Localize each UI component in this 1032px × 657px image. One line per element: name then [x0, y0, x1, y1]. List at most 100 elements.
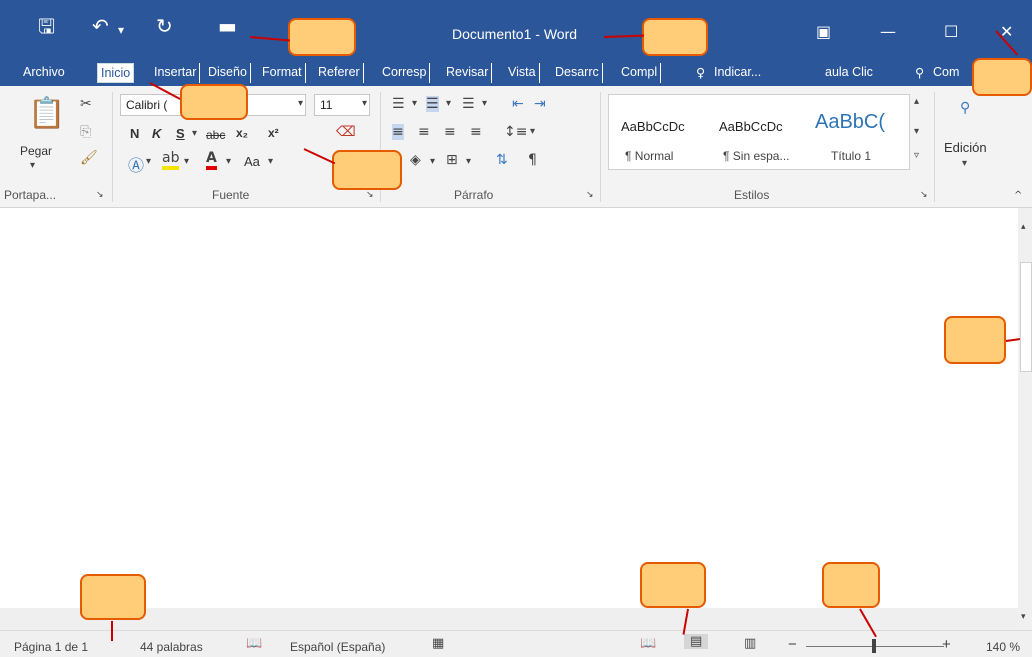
- clipboard-launcher-icon[interactable]: ↘: [96, 190, 104, 200]
- tab-desarrollador[interactable]: Desarrc: [552, 63, 603, 83]
- borders-icon[interactable]: ⊞: [446, 152, 458, 168]
- maximize-icon[interactable]: ☐: [944, 22, 958, 41]
- style-no-spacing-name[interactable]: ¶ Sin espa...: [723, 149, 789, 163]
- zoom-level[interactable]: 140 %: [986, 640, 1020, 654]
- show-formatting-marks-icon[interactable]: ¶: [528, 152, 537, 168]
- styles-more-icon[interactable]: ▿: [914, 150, 919, 161]
- zoom-out-icon[interactable]: −: [788, 636, 797, 653]
- paste-dropdown-icon[interactable]: ▾: [30, 160, 35, 171]
- language-indicator[interactable]: Español (España): [290, 640, 385, 654]
- highlight-dropdown-icon[interactable]: ▾: [184, 156, 189, 167]
- open-folder-icon[interactable]: ▬: [218, 16, 237, 36]
- redo-icon[interactable]: ↻: [156, 16, 173, 36]
- tab-diseno[interactable]: Diseño: [205, 63, 251, 83]
- format-painter-icon[interactable]: 🖌: [80, 150, 98, 166]
- text-effects-dropdown-icon[interactable]: ▾: [146, 156, 151, 167]
- line-spacing-icon[interactable]: ↕≡: [504, 124, 527, 140]
- ribbon-display-icon[interactable]: ▣: [816, 22, 831, 41]
- style-heading1-name[interactable]: Título 1: [831, 149, 871, 163]
- tab-complementos[interactable]: Compl: [618, 63, 662, 83]
- align-center-icon[interactable]: ≡: [418, 124, 430, 140]
- tab-revisar[interactable]: Revisar: [443, 63, 493, 83]
- change-case-dropdown-icon[interactable]: ▾: [268, 156, 273, 167]
- font-launcher-icon[interactable]: ↘: [366, 190, 374, 200]
- save-icon[interactable]: 🖫: [38, 16, 55, 36]
- font-name-dropdown-icon[interactable]: ▾: [298, 98, 303, 109]
- proofing-icon[interactable]: 📖: [246, 636, 262, 651]
- search-icon[interactable]: ⚲: [960, 100, 970, 116]
- tab-inicio[interactable]: Inicio: [97, 63, 135, 83]
- justify-icon[interactable]: ≡: [470, 124, 482, 140]
- borders-dropdown-icon[interactable]: ▾: [466, 156, 471, 167]
- collapse-ribbon-icon[interactable]: ^: [1014, 190, 1022, 201]
- copy-icon[interactable]: ⎘: [80, 124, 91, 140]
- bold-button[interactable]: N: [130, 126, 139, 141]
- subscript-button[interactable]: x₂: [236, 126, 248, 140]
- word-count[interactable]: 44 palabras: [140, 640, 203, 654]
- bullets-icon[interactable]: ☰: [392, 96, 405, 112]
- sort-icon[interactable]: ⇅: [496, 152, 508, 168]
- share-person-icon[interactable]: ⚲: [912, 63, 927, 83]
- styles-scroll-up-icon[interactable]: ▴: [914, 96, 919, 107]
- tab-referencias[interactable]: Referer: [315, 63, 364, 83]
- decrease-indent-icon[interactable]: ⇤: [512, 96, 524, 112]
- text-effects-icon[interactable]: Ⓐ: [128, 152, 144, 176]
- zoom-in-icon[interactable]: +: [942, 636, 951, 653]
- macro-record-icon[interactable]: ▦: [432, 636, 444, 651]
- undo-dropdown-icon[interactable]: ▾: [118, 20, 124, 40]
- style-no-spacing-sample[interactable]: AaBbCcDc: [719, 119, 783, 134]
- web-layout-icon[interactable]: ▥: [744, 636, 756, 651]
- minimize-icon[interactable]: —: [880, 22, 896, 41]
- underline-button[interactable]: S: [176, 126, 185, 141]
- user-account[interactable]: aula Clic: [822, 63, 876, 83]
- shading-dropdown-icon[interactable]: ▾: [430, 156, 435, 167]
- change-case-button[interactable]: Aa: [244, 154, 260, 169]
- document-page[interactable]: [0, 208, 1018, 608]
- cut-icon[interactable]: ✂: [80, 96, 92, 112]
- styles-launcher-icon[interactable]: ↘: [920, 190, 928, 200]
- strikethrough-button[interactable]: abc: [206, 128, 225, 142]
- editing-dropdown-icon[interactable]: ▾: [962, 158, 967, 169]
- align-right-icon[interactable]: ≡: [444, 124, 456, 140]
- editing-button[interactable]: Edición: [944, 140, 987, 155]
- tab-correspondencia[interactable]: Corresp: [379, 63, 431, 83]
- print-layout-icon[interactable]: ▤: [684, 634, 709, 649]
- style-normal-name[interactable]: ¶ Normal: [625, 149, 673, 163]
- tell-me-search[interactable]: Indicar...: [711, 63, 764, 83]
- styles-scroll-down-icon[interactable]: ▾: [914, 126, 919, 137]
- italic-button[interactable]: K: [152, 126, 161, 141]
- clear-formatting-icon[interactable]: ⌫: [336, 124, 356, 140]
- highlight-icon[interactable]: ab: [162, 150, 180, 170]
- paste-clipboard-icon[interactable]: 📋: [28, 96, 65, 131]
- increase-indent-icon[interactable]: ⇥: [534, 96, 546, 112]
- numbering-dropdown-icon[interactable]: ▾: [446, 98, 451, 109]
- bullets-dropdown-icon[interactable]: ▾: [412, 98, 417, 109]
- superscript-button[interactable]: x²: [268, 126, 279, 140]
- paste-label[interactable]: Pegar: [20, 144, 52, 158]
- font-size-dropdown-icon[interactable]: ▾: [362, 98, 367, 109]
- align-left-icon[interactable]: ≡: [392, 124, 404, 140]
- underline-dropdown-icon[interactable]: ▾: [192, 128, 197, 139]
- page-count[interactable]: Página 1 de 1: [14, 640, 88, 654]
- font-color-icon[interactable]: A: [206, 150, 217, 170]
- zoom-slider-thumb[interactable]: [872, 639, 876, 653]
- style-heading1-sample[interactable]: AaBbC(: [815, 111, 885, 134]
- scroll-up-arrow-icon[interactable]: ▴: [1021, 222, 1026, 232]
- paragraph-launcher-icon[interactable]: ↘: [586, 190, 594, 200]
- vertical-scroll-thumb[interactable]: [1020, 262, 1032, 372]
- tab-insertar[interactable]: Insertar: [151, 63, 201, 83]
- numbering-icon[interactable]: ☰: [426, 96, 439, 112]
- line-spacing-dropdown-icon[interactable]: ▾: [530, 126, 535, 137]
- tab-vista[interactable]: Vista: [505, 63, 540, 83]
- font-color-dropdown-icon[interactable]: ▾: [226, 156, 231, 167]
- tab-formato[interactable]: Format: [259, 63, 306, 83]
- style-normal-sample[interactable]: AaBbCcDc: [621, 119, 685, 134]
- scroll-down-arrow-icon[interactable]: ▾: [1021, 612, 1026, 622]
- share-button[interactable]: Com: [930, 63, 962, 83]
- shading-icon[interactable]: ◈: [410, 152, 421, 168]
- undo-icon[interactable]: ↶: [92, 16, 109, 36]
- read-mode-icon[interactable]: 📖: [640, 636, 656, 651]
- multilevel-list-icon[interactable]: ☰: [462, 96, 475, 112]
- multilevel-dropdown-icon[interactable]: ▾: [482, 98, 487, 109]
- tab-archivo[interactable]: Archivo: [20, 63, 68, 83]
